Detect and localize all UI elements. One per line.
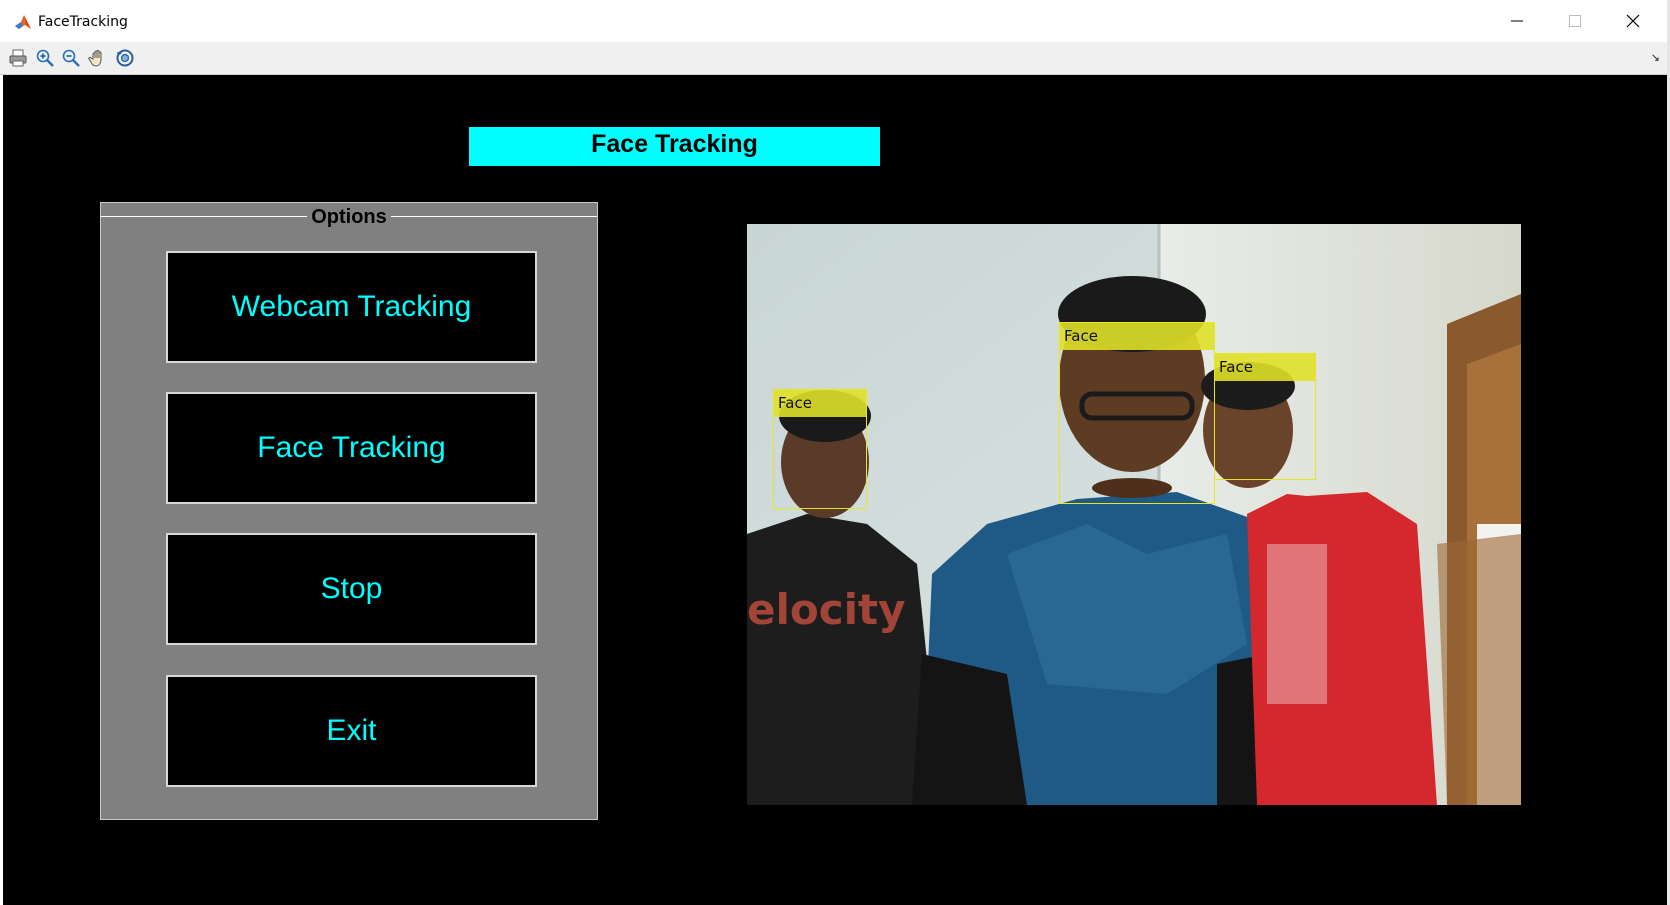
zoom-out-icon (62, 49, 80, 67)
face-label: Face (1215, 354, 1315, 381)
rotate-3d-button[interactable] (114, 47, 136, 69)
options-panel-title: Options (307, 206, 391, 228)
zoom-in-icon (36, 49, 54, 67)
app-title: Face Tracking (469, 127, 880, 166)
matlab-logo-icon (15, 15, 31, 29)
pan-button[interactable] (87, 47, 109, 69)
stop-button[interactable]: Stop (166, 533, 537, 645)
figure-toolbar: ↘ (0, 42, 1670, 75)
minimize-icon (1511, 20, 1523, 22)
print-icon (9, 49, 27, 67)
maximize-button[interactable] (1546, 0, 1604, 42)
face-tracking-button[interactable]: Face Tracking (166, 392, 537, 504)
exit-button[interactable]: Exit (166, 675, 537, 787)
webcam-image: elocity (747, 224, 1521, 805)
title-bar: FaceTracking (0, 0, 1670, 42)
dock-arrow-icon[interactable]: ↘ (1651, 51, 1660, 64)
video-frame: elocity Face Face Face (747, 224, 1521, 805)
rotate-3d-icon (116, 49, 134, 67)
face-label: Face (774, 390, 866, 417)
maximize-icon (1569, 15, 1581, 27)
minimize-button[interactable] (1488, 0, 1546, 42)
print-button[interactable] (7, 47, 29, 69)
face-label: Face (1060, 323, 1214, 350)
face-detection-box: Face (773, 389, 867, 509)
zoom-in-button[interactable] (34, 47, 56, 69)
face-detection-box: Face (1059, 322, 1215, 504)
window-title: FaceTracking (38, 14, 128, 30)
webcam-tracking-button[interactable]: Webcam Tracking (166, 251, 537, 363)
svg-text:elocity: elocity (747, 585, 905, 634)
close-icon (1626, 14, 1640, 28)
close-button[interactable] (1604, 0, 1662, 42)
zoom-out-button[interactable] (60, 47, 82, 69)
face-detection-box: Face (1214, 353, 1316, 480)
pan-hand-icon (88, 50, 102, 67)
